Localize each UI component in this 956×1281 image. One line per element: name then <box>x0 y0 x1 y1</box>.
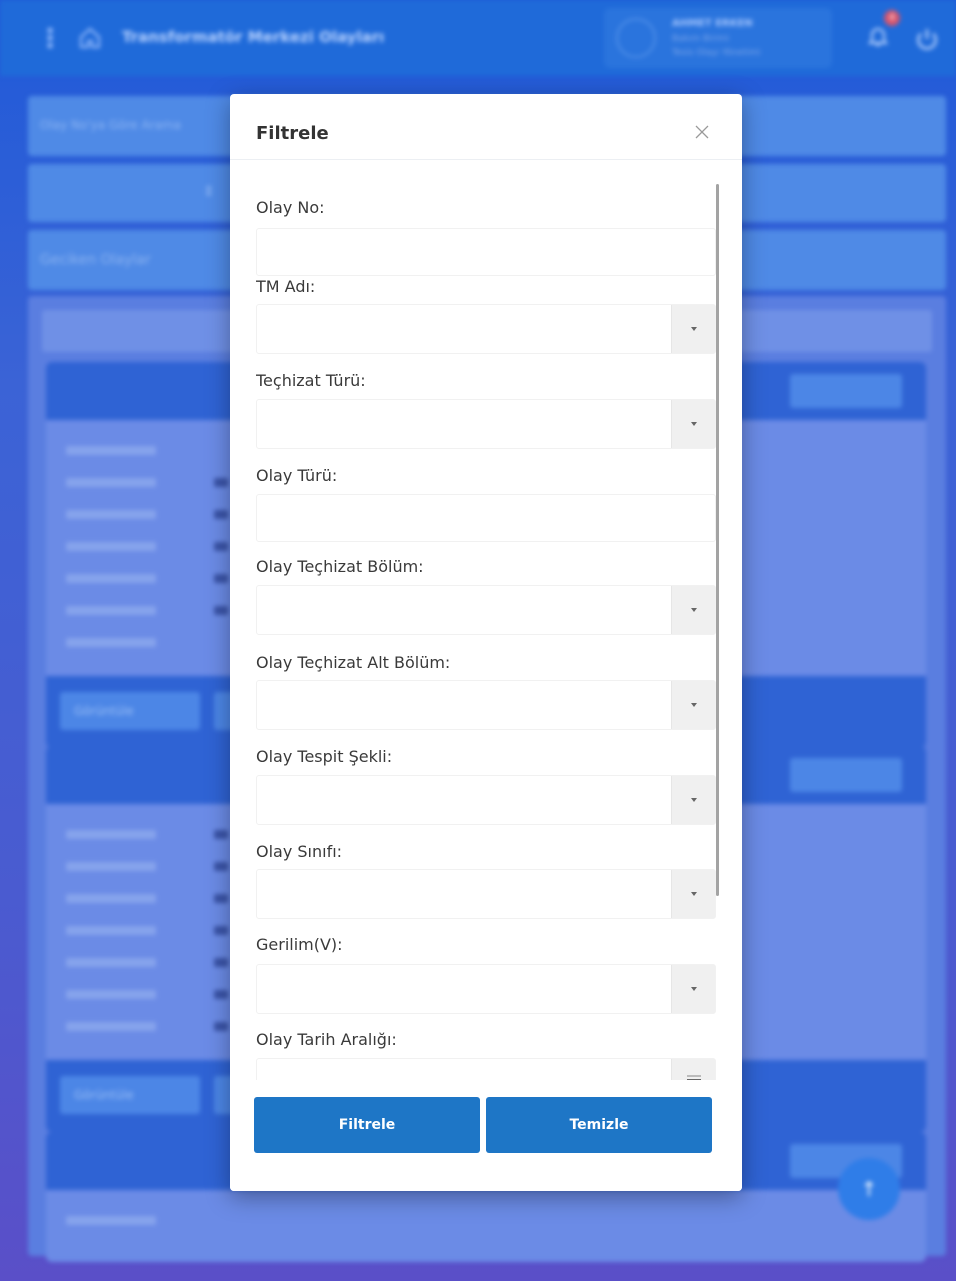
top-bar: ⋮ Transformatör Merkezi Olayları AHMET E… <box>0 0 956 76</box>
calendar-icon[interactable] <box>671 1059 715 1080</box>
card-action-button[interactable] <box>790 758 902 792</box>
notification-badge: 4 <box>884 10 900 26</box>
view-button[interactable]: Görüntüle <box>60 692 200 730</box>
card-action-button[interactable] <box>790 374 902 408</box>
user-card[interactable]: AHMET ERKEN Bakım Birimi Tesis Olayı Yön… <box>604 8 832 68</box>
gerilim-select[interactable] <box>256 964 716 1014</box>
chevron-down-icon[interactable] <box>671 305 715 353</box>
view-button[interactable]: Görüntüle <box>60 1076 200 1114</box>
menu-icon[interactable]: ⋮ <box>37 26 63 52</box>
modal-body[interactable]: Olay No: TM Adı: Teçhizat Türü: Olay Tür… <box>256 184 718 1080</box>
field-label: Olay Teçhizat Bölüm: <box>256 557 424 576</box>
chevron-down-icon[interactable] <box>671 965 715 1013</box>
tm-adi-select[interactable] <box>256 304 716 354</box>
field-label: Teçhizat Türü: <box>256 371 366 390</box>
filter-modal: Filtrele Olay No: TM Adı: Teçhizat Türü:… <box>230 94 742 1191</box>
chevron-down-icon[interactable] <box>671 776 715 824</box>
field-label: Olay Teçhizat Alt Bölüm: <box>256 653 451 672</box>
field-label: Olay Türü: <box>256 466 338 485</box>
field-label: TM Adı: <box>256 277 316 296</box>
modal-scrollbar[interactable] <box>716 184 719 896</box>
search-placeholder: Olay No'ya Göre Arama <box>40 118 181 132</box>
modal-title: Filtrele <box>256 123 329 144</box>
app-title: Transformatör Merkezi Olayları <box>122 28 385 46</box>
user-role-2: Tesis Olayı Yönetimi <box>672 48 761 58</box>
field-label: Olay Tarih Aralığı: <box>256 1030 397 1049</box>
filter-button[interactable]: Filtrele <box>254 1097 480 1153</box>
tespit-sekli-select[interactable] <box>256 775 716 825</box>
avatar <box>616 18 656 58</box>
chevron-down-icon[interactable] <box>671 400 715 448</box>
olay-sinifi-select[interactable] <box>256 869 716 919</box>
techizat-alt-bolum-select[interactable] <box>256 680 716 730</box>
modal-header: Filtrele <box>230 94 742 160</box>
clear-button[interactable]: Temizle <box>486 1097 712 1153</box>
olay-turu-input[interactable] <box>256 494 716 542</box>
late-events-label: Geciken Olaylar <box>40 252 151 268</box>
bell-icon[interactable] <box>866 24 890 48</box>
sort-icon: ⇕ <box>203 184 215 200</box>
techizat-bolum-select[interactable] <box>256 585 716 635</box>
field-label: Olay No: <box>256 198 325 217</box>
field-label: Gerilim(V): <box>256 935 343 954</box>
olay-no-input[interactable] <box>256 228 716 276</box>
user-name: AHMET ERKEN <box>672 18 753 29</box>
modal-footer: Filtrele Temizle <box>230 1080 742 1191</box>
power-icon[interactable] <box>914 26 940 52</box>
chevron-down-icon[interactable] <box>671 681 715 729</box>
tarih-araligi-input[interactable] <box>256 1058 716 1080</box>
scroll-top-button[interactable]: ↑ <box>838 1158 900 1220</box>
chevron-down-icon[interactable] <box>671 586 715 634</box>
chevron-down-icon[interactable] <box>671 870 715 918</box>
techizat-turu-select[interactable] <box>256 399 716 449</box>
user-role: Bakım Birimi <box>672 34 730 44</box>
home-icon[interactable] <box>78 26 102 50</box>
field-label: Olay Tespit Şekli: <box>256 747 393 766</box>
field-label: Olay Sınıfı: <box>256 842 343 861</box>
close-icon[interactable] <box>694 124 710 140</box>
